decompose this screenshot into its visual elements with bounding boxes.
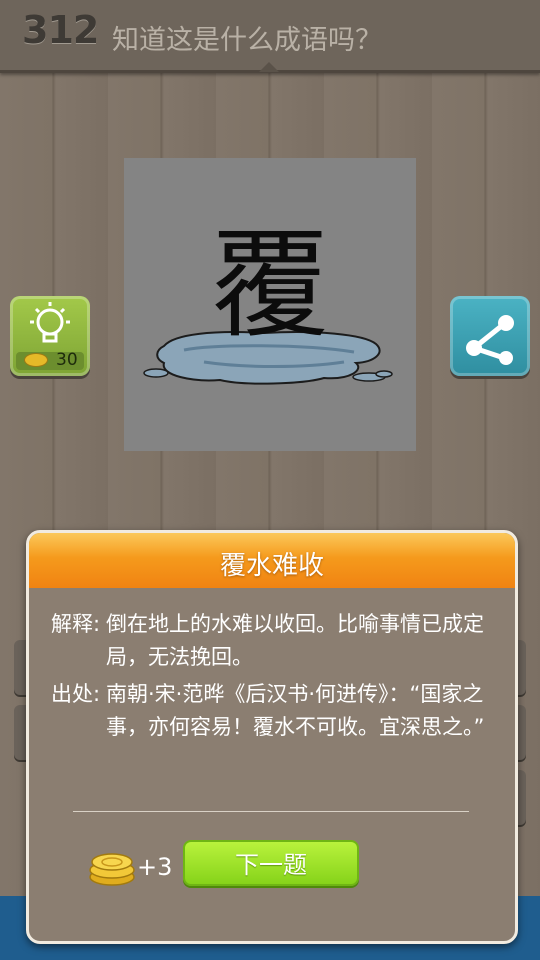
explanation-label: 解释: bbox=[51, 612, 101, 636]
hint-button[interactable]: 30 bbox=[10, 296, 90, 376]
coin-icon bbox=[89, 853, 135, 886]
water-drop bbox=[375, 370, 393, 378]
puzzle-illustration: 覆 bbox=[143, 216, 393, 385]
divider bbox=[73, 811, 469, 812]
explanation-row: 解释: 倒在地上的水难以收回。比喻事情已成定局，无法挽回。 bbox=[51, 608, 501, 678]
water-drop bbox=[143, 368, 169, 378]
idiom-title: 覆水难收 bbox=[219, 551, 324, 581]
hint-cost: 30 bbox=[56, 350, 78, 370]
source-label: 出处: bbox=[51, 682, 101, 706]
share-button[interactable] bbox=[450, 296, 530, 376]
question-text: 知道这是什么成语吗？ bbox=[112, 25, 382, 56]
answer-dialog: 覆水难收 解释: 倒在地上的水难以收回。比喻事情已成定局，无法挽回。 出处: 南… bbox=[26, 530, 518, 944]
source-row: 出处: 南朝·宋·范晔《后汉书·何进传》：“国家之事，亦何容易！覆水不可收。宜深… bbox=[51, 678, 501, 788]
header-notch bbox=[259, 62, 279, 72]
puzzle-picture: 覆 bbox=[124, 158, 416, 451]
level-number: 312 bbox=[22, 8, 99, 52]
overturned-glyph: 覆 bbox=[211, 216, 329, 354]
source-text: 南朝·宋·范晔《后汉书·何进传》：“国家之事，亦何容易！覆水不可收。宜深思之。” bbox=[106, 682, 485, 739]
next-question-button[interactable]: 下一题 bbox=[183, 840, 359, 886]
reward-amount: +3 bbox=[137, 853, 173, 881]
coin-icon bbox=[24, 353, 48, 367]
lightbulb-icon bbox=[30, 302, 70, 343]
share-icon bbox=[466, 315, 514, 365]
explanation-text: 倒在地上的水难以收回。比喻事情已成定局，无法挽回。 bbox=[106, 612, 484, 669]
dialog-header: 覆水难收 bbox=[29, 533, 515, 588]
